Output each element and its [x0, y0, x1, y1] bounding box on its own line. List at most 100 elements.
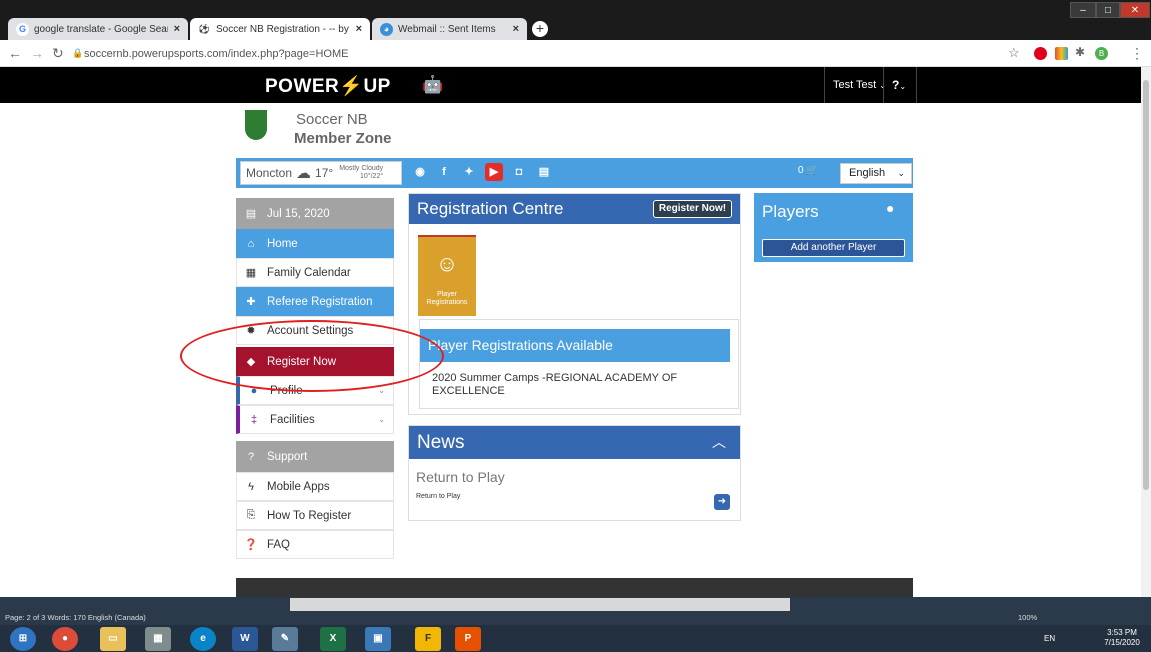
- paint-icon[interactable]: ✎: [272, 627, 298, 651]
- player-icon: ☺: [435, 251, 459, 276]
- forward-icon[interactable]: →: [30, 45, 44, 61]
- tab-close-icon[interactable]: ×: [356, 23, 362, 35]
- member-zone-title: Member Zone: [294, 130, 392, 147]
- file-explorer-icon[interactable]: ▭: [100, 627, 126, 651]
- help-circle-icon: ?: [247, 450, 255, 463]
- sidebar-item-home[interactable]: ⌂ Home: [236, 229, 394, 258]
- soccer-ball-icon: ⚽: [198, 22, 211, 36]
- weather-widget: Moncton ☁ 17° Mostly Cloudy 10°/22°: [240, 161, 402, 185]
- maximize-button[interactable]: □: [1096, 2, 1120, 18]
- word-icon[interactable]: W: [232, 627, 258, 651]
- tab-webmail[interactable]: ◕ Webmail :: Sent Items ×: [372, 18, 527, 40]
- logo-text: UP: [363, 76, 391, 97]
- start-button-icon[interactable]: ⊞: [10, 627, 36, 651]
- register-now-button[interactable]: Register Now!: [653, 200, 732, 218]
- sidebar-date: ▤ Jul 15, 2020: [236, 198, 394, 229]
- twitter-icon[interactable]: ✦: [460, 163, 478, 181]
- bookmark-star-icon[interactable]: ☆: [1008, 45, 1020, 61]
- weather-city: Moncton: [246, 166, 293, 180]
- page-footer: [236, 578, 913, 597]
- pdf-icon: ⎘: [246, 509, 256, 521]
- sidebar-item-mobile-apps[interactable]: ϟ Mobile Apps: [236, 472, 394, 501]
- color-extension-icon[interactable]: [1055, 47, 1068, 60]
- edge-icon[interactable]: e: [190, 627, 216, 651]
- facebook-icon[interactable]: f: [435, 163, 453, 181]
- bolt-icon: ⚡: [339, 76, 364, 97]
- cart-button[interactable]: 0 🛒: [798, 165, 819, 176]
- cart-icon: 🛒: [806, 165, 819, 176]
- tab-label: Webmail :: Sent Items: [398, 23, 496, 35]
- sidebar-item-label: Family Calendar: [267, 266, 351, 279]
- sidebar-item-how-to-register[interactable]: ⎘ How To Register: [236, 501, 394, 530]
- word-status-bar: Page: 2 of 3 Words: 170 English (Canada): [0, 611, 1151, 625]
- android-icon[interactable]: 🤖: [422, 75, 443, 95]
- soccer-nb-crest-icon: [245, 110, 267, 140]
- back-icon[interactable]: ←: [8, 45, 22, 61]
- players-title: Players: [762, 202, 819, 221]
- input-language: EN: [1044, 634, 1056, 643]
- chevron-down-icon: ⌄: [378, 386, 385, 395]
- filezilla-icon[interactable]: F: [415, 627, 441, 651]
- youtube-icon[interactable]: ▶: [485, 163, 503, 181]
- clock-time: 3:53 PM: [1107, 628, 1137, 637]
- sidebar-item-label: Jul 15, 2020: [267, 207, 330, 220]
- opera-extension-icon[interactable]: [1034, 47, 1047, 60]
- sidebar-item-faq[interactable]: ❓ FAQ: [236, 530, 394, 559]
- tab-soccer-nb[interactable]: ⚽ Soccer NB Registration - -- by Po ×: [190, 18, 370, 40]
- news-open-arrow-icon[interactable]: ➜: [714, 494, 730, 510]
- cart-count: 0: [798, 165, 804, 176]
- sidebar-item-referee-registration[interactable]: ✚ Referee Registration: [236, 287, 394, 316]
- website-icon[interactable]: ◉: [411, 163, 429, 181]
- calendar-widget-icon[interactable]: ▤: [535, 163, 553, 181]
- sidebar-item-label: Mobile Apps: [267, 480, 330, 493]
- chrome-icon[interactable]: ●: [52, 627, 78, 651]
- powerpoint-icon[interactable]: P: [455, 627, 481, 651]
- registration-item-link[interactable]: 2020 Summer Camps -REGIONAL ACADEMY OF E…: [432, 372, 722, 398]
- instagram-icon[interactable]: ◘: [510, 163, 528, 181]
- site-header: POWER⚡UP 🤖 Test Test ⌄ ?⌄: [0, 67, 1141, 103]
- powerup-logo[interactable]: POWER⚡UP: [265, 74, 391, 98]
- minimize-button[interactable]: –: [1070, 2, 1096, 18]
- new-tab-button[interactable]: +: [532, 21, 548, 37]
- logo-text: POWER: [265, 76, 340, 97]
- reload-icon[interactable]: ↻: [52, 45, 64, 62]
- url-input[interactable]: soccernb.powerupsports.com/index.php?pag…: [84, 45, 964, 63]
- clipboard-plus-icon: ✚: [246, 296, 256, 308]
- browser-menu-icon[interactable]: ⋮: [1130, 45, 1144, 62]
- tab-strip: G google translate - Google Search × ⚽ S…: [0, 0, 1151, 40]
- remote-desktop-icon[interactable]: ▣: [365, 627, 391, 651]
- taskbar-clock[interactable]: 3:53 PM 7/15/2020: [1097, 628, 1147, 648]
- registrations-available-title: Player Registrations Available: [420, 329, 730, 362]
- add-player-button[interactable]: Add another Player: [762, 239, 905, 257]
- clock-date: 7/15/2020: [1104, 638, 1140, 647]
- language-value: English: [849, 167, 886, 179]
- news-item-title[interactable]: Return to Play: [416, 469, 505, 485]
- home-icon: ⌂: [247, 237, 255, 250]
- tab-google-translate[interactable]: G google translate - Google Search ×: [8, 18, 188, 40]
- sidebar-item-label: Home: [267, 237, 298, 250]
- language-select[interactable]: English ⌄: [840, 163, 912, 184]
- calculator-icon[interactable]: ▦: [145, 627, 171, 651]
- profile-avatar[interactable]: B: [1095, 47, 1108, 60]
- puzzle-extension-icon[interactable]: ✱: [1075, 45, 1085, 59]
- chevron-down-icon: ⌄: [378, 415, 385, 424]
- zoom-level[interactable]: 100%: [1018, 611, 1037, 625]
- calendar-grid-icon: ▦: [245, 267, 257, 279]
- tab-close-icon[interactable]: ×: [513, 23, 519, 35]
- sidebar-item-label: Support: [267, 450, 308, 463]
- address-bar: ← → ↻ 🔒 soccernb.powerupsports.com/index…: [0, 40, 1151, 67]
- sidebar-item-family-calendar[interactable]: ▦ Family Calendar: [236, 258, 394, 287]
- news-item-summary: Return to Play: [416, 493, 461, 500]
- system-tray[interactable]: EN: [1044, 634, 1055, 643]
- window-close-button[interactable]: ✕: [1120, 2, 1150, 18]
- news-title: News: [409, 426, 740, 459]
- collapse-caret-icon[interactable]: ︿: [712, 432, 726, 452]
- tab-close-icon[interactable]: ×: [174, 23, 180, 35]
- sidebar-item-facilities[interactable]: ‡ Facilities ⌄: [236, 405, 394, 434]
- help-menu[interactable]: ?⌄: [883, 67, 917, 103]
- calendar-icon: ▤: [245, 208, 257, 220]
- annotation-ellipse: [180, 320, 444, 392]
- scrollbar-thumb[interactable]: [1143, 80, 1149, 490]
- chevron-down-icon: ⌄: [897, 168, 905, 178]
- excel-icon[interactable]: X: [320, 627, 346, 651]
